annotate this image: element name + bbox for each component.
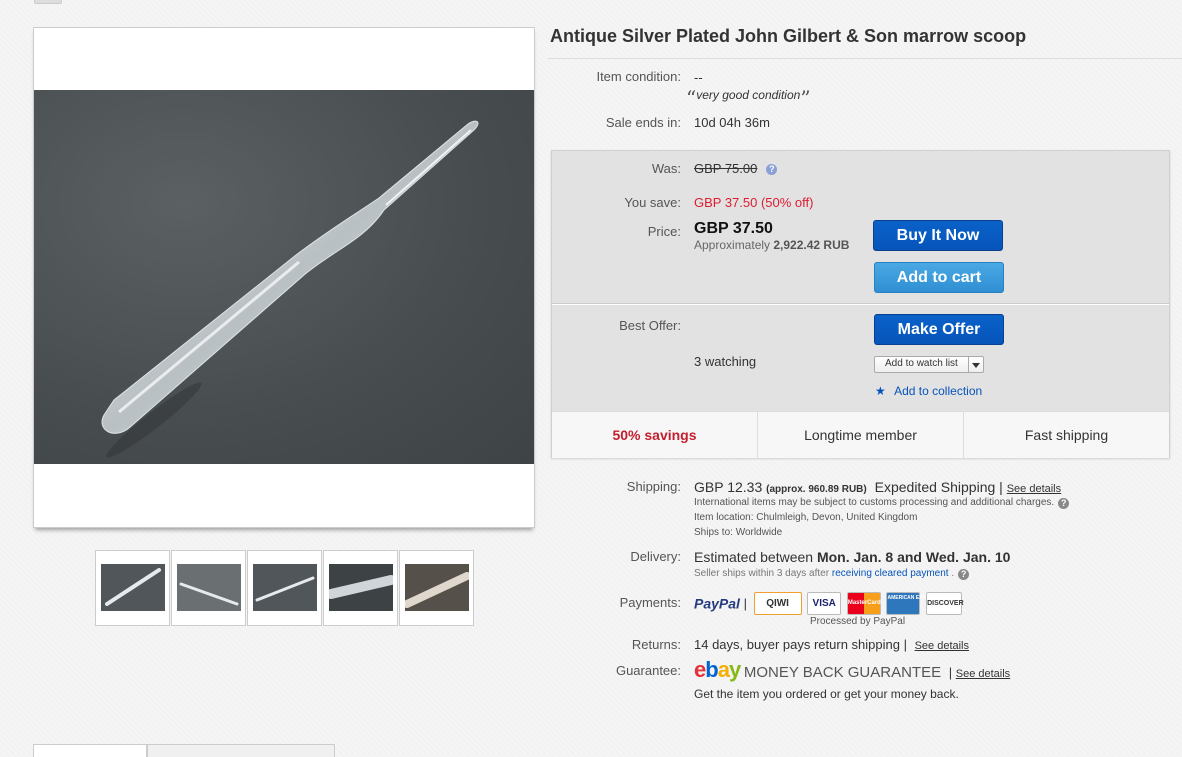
- make-offer-button[interactable]: Make Offer: [874, 314, 1004, 345]
- condition-description: very good condition: [696, 88, 801, 102]
- cleared-payment-link[interactable]: receiving cleared payment: [832, 568, 949, 579]
- guarantee-separator: |: [948, 665, 953, 680]
- returns-see-details-link[interactable]: See details: [915, 640, 969, 652]
- shipping-line: GBP 12.33 (approx. 960.89 RUB) Expedited…: [694, 479, 1061, 495]
- payments-separator: |: [743, 596, 747, 611]
- payment-methods: PayPal | QIWI VISA MasterCard AMERICAN E…: [694, 592, 964, 615]
- thumbnail-1[interactable]: [95, 550, 170, 626]
- star-icon: ★: [875, 384, 886, 398]
- feature-row: 50% savings Longtime member Fast shippin…: [552, 411, 1169, 458]
- guarantee-label: Guarantee:: [615, 663, 681, 678]
- returns-label: Returns:: [631, 637, 681, 652]
- question-icon[interactable]: ?: [958, 569, 970, 580]
- was-value: GBP 75.00: [694, 161, 758, 176]
- shipping-cost: GBP 12.33: [694, 479, 763, 495]
- chevron-down-icon[interactable]: [968, 357, 983, 372]
- you-save-label: You save:: [624, 195, 681, 210]
- seller-ships-suffix: .: [951, 568, 955, 579]
- approx-prefix: Approximately: [694, 238, 771, 252]
- buy-it-now-button[interactable]: Buy It Now: [873, 220, 1003, 251]
- price-label: Price:: [647, 224, 681, 239]
- was-price: GBP 75.00?: [694, 161, 778, 176]
- thumbnail-strip: [95, 550, 475, 626]
- amex-logo: AMERICAN EXPRESS: [886, 592, 939, 615]
- thumbnail-4[interactable]: [323, 550, 398, 626]
- shipping-label: Shipping:: [626, 479, 681, 494]
- processed-by-paypal: Processed by PayPal: [810, 616, 906, 627]
- thumbnail-2[interactable]: [171, 550, 246, 626]
- item-title: Antique Silver Plated John Gilbert & Son…: [550, 26, 1027, 46]
- seller-ships-prefix: Seller ships within 3 days after: [694, 568, 830, 579]
- price-value: GBP 37.50: [694, 220, 773, 237]
- guarantee-note: Get the item you ordered or get your mon…: [694, 687, 959, 701]
- watch-list-label: Add to watch list: [885, 358, 958, 369]
- tab-shipping-payments[interactable]: [147, 744, 335, 757]
- ships-to: Ships to: Worldwide: [694, 527, 783, 538]
- shipping-method: Expedited Shipping |: [874, 479, 1003, 495]
- discover-logo: DISCOVER: [926, 592, 964, 615]
- approx-value: 2,922.42 RUB: [773, 238, 850, 252]
- quote-close: ”: [800, 86, 811, 110]
- main-image-frame[interactable]: [33, 27, 535, 528]
- shipping-see-details-link[interactable]: See details: [1007, 483, 1061, 495]
- add-to-watch-list-button[interactable]: Add to watch list: [874, 356, 984, 373]
- visa-logo: VISA: [807, 592, 842, 615]
- returns-value: 14 days, buyer pays return shipping |: [694, 637, 907, 652]
- qiwi-logo: QIWI: [753, 592, 802, 615]
- delivery-label: Delivery:: [630, 549, 681, 564]
- top-edge-control: [34, 0, 62, 4]
- watching-count: 3 watching: [694, 354, 757, 369]
- mastercard-logo: MasterCard: [846, 592, 881, 615]
- marrow-scoop-image: [101, 120, 479, 458]
- ebay-logo: ebay: [694, 657, 741, 682]
- sale-ends-label: Sale ends in:: [605, 115, 681, 130]
- payments-label: Payments:: [619, 595, 681, 610]
- feature-savings: 50% savings: [552, 412, 758, 458]
- add-to-collection-label: Add to collection: [894, 384, 983, 398]
- feature-fast-shipping: Fast shipping: [1024, 427, 1109, 443]
- money-back-guarantee: ebay MONEY BACK GUARANTEE | See details: [694, 657, 1010, 683]
- title-divider: [548, 58, 1182, 59]
- best-offer-label: Best Offer:: [619, 318, 681, 333]
- intl-note: International items may be subject to cu…: [694, 497, 1070, 509]
- sale-ends-value: 10d 04h 36m: [694, 115, 770, 130]
- condition-note: “very good condition”: [686, 80, 811, 110]
- tab-description[interactable]: [33, 744, 147, 757]
- delivery-prefix: Estimated between: [694, 549, 814, 565]
- paypal-logo: PayPal: [694, 595, 740, 612]
- intl-note-text: International items may be subject to cu…: [694, 497, 1055, 508]
- you-save-value: GBP 37.50 (50% off): [694, 195, 814, 210]
- main-product-photo[interactable]: [34, 90, 534, 464]
- approx-price: Approximately 2,922.42 RUB: [694, 238, 849, 252]
- item-location: Item location: Chulmleigh, Devon, United…: [694, 512, 918, 523]
- item-condition-label: Item condition:: [596, 69, 681, 84]
- seller-ships-note: Seller ships within 3 days after receivi…: [694, 568, 970, 580]
- delivery-estimate: Estimated between Mon. Jan. 8 and Wed. J…: [694, 549, 1010, 565]
- thumbnail-3[interactable]: [247, 550, 322, 626]
- add-to-cart-button[interactable]: Add to cart: [874, 262, 1004, 293]
- mbg-text: MONEY BACK GUARANTEE: [743, 664, 942, 681]
- question-icon[interactable]: ?: [1058, 498, 1070, 509]
- delivery-dates: Mon. Jan. 8 and Wed. Jan. 10: [816, 549, 1011, 565]
- thumbnail-5[interactable]: [399, 550, 474, 626]
- help-icon[interactable]: ?: [766, 164, 778, 175]
- add-to-collection-link[interactable]: ★ Add to collection: [875, 384, 982, 398]
- quote-open: “: [686, 86, 697, 110]
- was-label: Was:: [651, 161, 681, 176]
- feature-longtime-member: Longtime member: [758, 412, 964, 458]
- shipping-approx: (approx. 960.89 RUB): [766, 484, 867, 495]
- price-box-divider: [552, 303, 1169, 305]
- returns-line: 14 days, buyer pays return shipping | Se…: [694, 637, 969, 652]
- guarantee-see-details-link[interactable]: See details: [956, 668, 1010, 680]
